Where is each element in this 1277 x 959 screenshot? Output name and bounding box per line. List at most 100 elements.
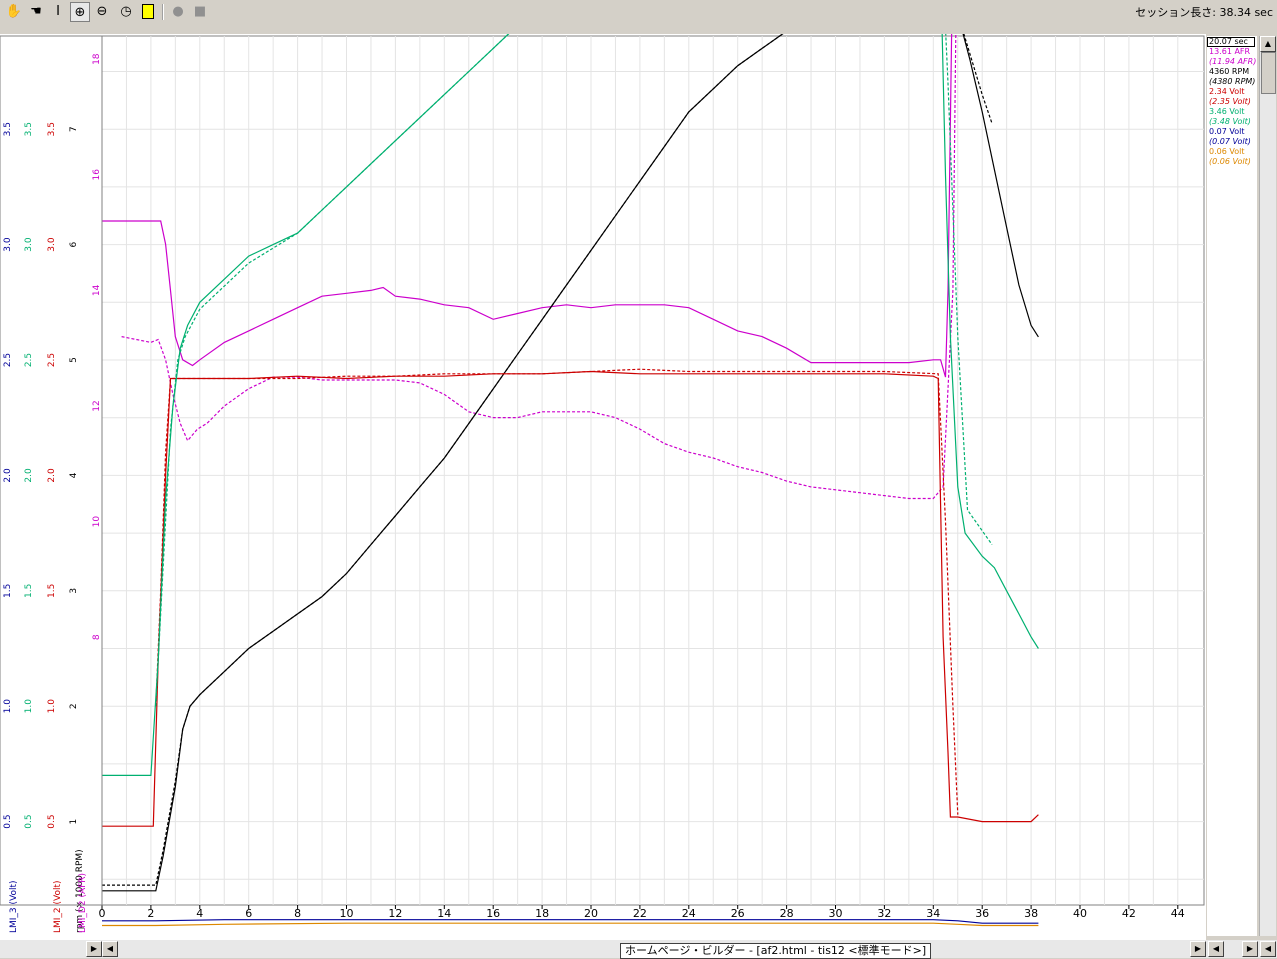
x-tick-label: 26 [731,907,745,920]
legend-time-box [1207,37,1255,47]
y-tick-label-lmi3: 0.5 [3,814,13,828]
y-tick-label-lmi3: 2.0 [3,468,13,483]
plot-area [101,35,1205,906]
y-axis-label-afr: LMI_D2 (AFR) [78,873,88,933]
x-tick-label: 36 [975,907,989,920]
y-tick-label-rpm: 3 [69,588,79,594]
legend-entry: 2.34 Volt [1209,87,1245,96]
stop-square-icon[interactable]: ■ [190,2,210,22]
y-tick-label-rpm: 1 [69,819,79,825]
x-tick-label: 42 [1122,907,1136,920]
scroll-thumb[interactable] [1261,52,1276,94]
record-dot-icon[interactable]: ● [168,2,188,22]
x-tick-label: 32 [877,907,891,920]
x-tick-label: 34 [926,907,940,920]
grab-hand-icon[interactable]: ☚ [26,2,46,22]
x-tick-label: 16 [486,907,500,920]
y-tick-label-afr: 12 [92,400,102,411]
x-tick-label: 4 [196,907,203,920]
y-tick-label-lmi2: 1.0 [47,699,57,714]
scroll-right-button-left[interactable]: ▶ [86,941,102,957]
y-tick-label-lmi3: 1.0 [3,699,13,714]
notepad-icon[interactable] [138,2,158,22]
y-axis-label-lmi3: LMI_3 (Volt) [9,880,19,933]
y-tick-label-afr: 8 [92,634,102,640]
y-tick-label-lmi3: 3.5 [3,122,13,136]
x-tick-label: 18 [535,907,549,920]
session-length-label: セッション長さ [1135,6,1213,19]
chart[interactable]: 0.5 1.0 1.5 2.0 2.5 3.0 3.5 LMI_3 (Volt) 0.5 1.0 1… [0,34,1277,940]
toolbar-separator [162,4,164,20]
toolbar: ✋ ☚ I ⊕ ⊖ ◷ ● ■ セッション長さ: 38.34 sec [0,0,1277,34]
y-tick-label-rpm: 6 [69,241,79,247]
y-tick-label-lmi3: 2.5 [3,353,13,367]
legend-entry: (11.94 AFR) [1209,57,1257,66]
y-tick-label-lmi2: 2.5 [47,353,57,367]
y-tick-label-lmi3: 3.0 [3,237,13,252]
legend-entry: 4360 RPM [1209,67,1250,76]
taskbar-window-button[interactable]: ホームページ・ビルダー - [af2.html - tis12 <標準モード>] [620,943,932,959]
zoom-out-icon[interactable]: ⊖ [92,2,112,22]
y-tick-label-rpm: 2 [69,703,79,709]
y-tick-label-rpm: 4 [69,472,79,478]
legend-entry: 13.61 AFR [1209,47,1251,56]
y-tick-label-lmi3b: 1.0 [24,699,34,714]
legend-entry: (3.48 Volt) [1209,117,1251,126]
y-axis-label-lmi2: LMI_2 (Volt) [53,880,63,933]
corner-scroll-button[interactable]: ◀ [1260,941,1276,957]
legend-entry: 0.06 Volt [1209,147,1245,156]
legend-entry: 3.46 Volt [1209,107,1245,116]
x-tick-label: 22 [633,907,647,920]
stopwatch-icon[interactable]: ◷ [116,2,136,22]
y-tick-label-lmi2: 2.0 [47,468,57,483]
zoom-in-icon[interactable]: ⊕ [70,2,90,22]
y-tick-label-lmi3b: 2.0 [24,468,34,483]
x-tick-label: 10 [340,907,354,920]
scroll-right-button[interactable]: ▶ [1190,941,1206,957]
session-length: セッション長さ: 38.34 sec [1135,6,1273,19]
x-tick-label: 8 [294,907,301,920]
y-tick-label-afr: 10 [92,516,102,528]
session-length-value: 38.34 sec [1219,6,1273,19]
x-tick-label: 24 [682,907,696,920]
y-tick-label-lmi2: 0.5 [47,814,57,828]
legend-entry: 0.07 Volt [1209,127,1245,136]
hand-icon[interactable]: ✋ [4,2,24,22]
scroll-up-button[interactable]: ▲ [1260,36,1276,52]
y-tick-label-afr: 18 [92,53,102,65]
y-tick-label-lmi3b: 1.5 [24,584,34,598]
y-tick-label-lmi3b: 3.5 [24,122,34,136]
vertical-scrollbar[interactable]: ▲ [1259,36,1276,936]
x-tick-label: 2 [147,907,154,920]
y-tick-label-lmi3b: 2.5 [24,353,34,367]
x-tick-label: 38 [1024,907,1038,920]
x-tick-label: 40 [1073,907,1087,920]
legend-scroll-left-button[interactable]: ◀ [1208,941,1224,957]
legend-entry: (4380 RPM) [1209,77,1256,86]
x-tick-label: 0 [99,907,106,920]
legend: 20.07 sec 13.61 AFR (11.94 AFR) 4360 RPM (4… [1207,36,1257,936]
x-tick-label: 30 [829,907,843,920]
y-tick-label-lmi3b: 3.0 [24,237,34,252]
y-tick-label-rpm: 5 [69,357,79,363]
legend-scroll-right-button[interactable]: ▶ [1242,941,1258,957]
text-cursor-icon[interactable]: I [48,2,68,22]
y-tick-label-lmi2: 3.0 [47,237,57,252]
y-tick-label-lmi3: 1.5 [3,584,13,598]
y-tick-label-rpm: 7 [69,126,79,132]
x-tick-label: 12 [388,907,402,920]
scroll-left-button[interactable]: ◀ [102,941,118,957]
x-tick-label: 28 [780,907,794,920]
y-tick-label-lmi2: 3.5 [47,122,57,136]
x-tick-label: 14 [437,907,451,920]
y-tick-label-lmi3b: 0.5 [24,814,34,828]
legend-entry: (0.07 Volt) [1209,137,1251,146]
legend-entry: (0.06 Volt) [1209,157,1251,166]
y-tick-label-afr: 16 [92,169,102,181]
y-tick-label-lmi2: 1.5 [47,584,57,598]
x-tick-label: 6 [245,907,252,920]
y-tick-label-afr: 14 [92,284,102,296]
x-tick-label: 44 [1171,907,1185,920]
legend-entry: (2.35 Volt) [1209,97,1251,106]
x-tick-label: 20 [584,907,598,920]
